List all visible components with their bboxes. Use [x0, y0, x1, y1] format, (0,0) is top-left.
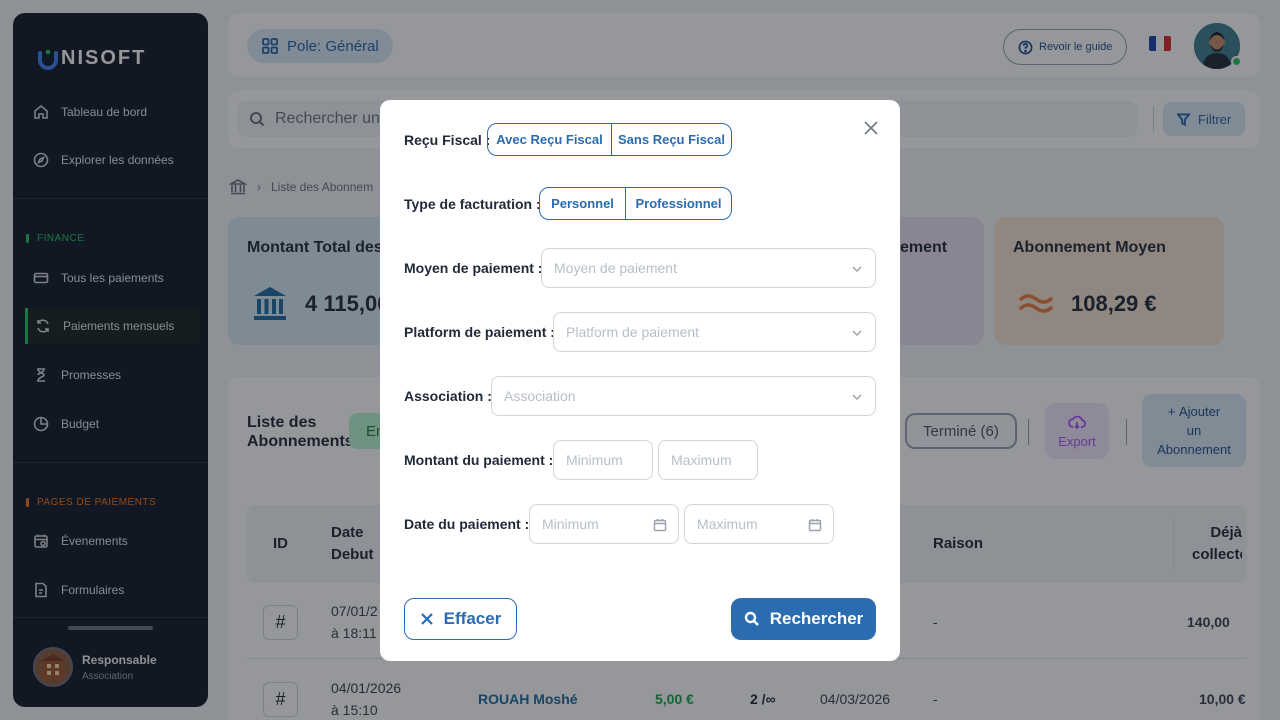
- close-icon: [420, 613, 433, 625]
- close-button[interactable]: [863, 120, 879, 136]
- calendar-icon: [808, 519, 822, 532]
- payment-method-select[interactable]: Moyen de paiement: [541, 248, 876, 288]
- amount-max-placeholder: Maximum: [671, 452, 732, 468]
- clear-button[interactable]: Effacer: [404, 598, 517, 640]
- payment-method-label: Moyen de paiement :: [404, 260, 543, 276]
- chevron-down-icon: [852, 330, 862, 337]
- filter-modal: Reçu Fiscal : Avec Reçu Fiscal Sans Reçu…: [380, 100, 900, 661]
- payment-method-placeholder: Moyen de paiement: [554, 260, 677, 276]
- recu-fiscal-label: Reçu Fiscal :: [404, 132, 491, 148]
- payment-platform-select[interactable]: Platform de paiement: [553, 312, 876, 352]
- date-max-placeholder: Maximum: [697, 516, 758, 532]
- date-min-input[interactable]: Minimum: [529, 504, 679, 544]
- payment-platform-placeholder: Platform de paiement: [566, 324, 700, 340]
- option-professional[interactable]: Professionnel: [625, 188, 731, 219]
- payment-platform-label: Platform de paiement :: [404, 324, 555, 340]
- calendar-icon: [653, 519, 667, 532]
- association-select[interactable]: Association: [491, 376, 876, 416]
- amount-max-input[interactable]: Maximum: [658, 440, 758, 480]
- date-min-placeholder: Minimum: [542, 516, 599, 532]
- search-button[interactable]: Rechercher: [731, 598, 876, 640]
- option-without-receipt[interactable]: Sans Reçu Fiscal: [611, 124, 731, 155]
- amount-min-input[interactable]: Minimum: [553, 440, 653, 480]
- association-label: Association :: [404, 388, 492, 404]
- search-icon: [744, 611, 759, 626]
- date-max-input[interactable]: Maximum: [684, 504, 834, 544]
- amount-label: Montant du paiement :: [404, 452, 554, 468]
- association-placeholder: Association: [504, 388, 576, 404]
- close-icon: [864, 121, 878, 135]
- search-label: Rechercher: [769, 609, 864, 628]
- option-personal[interactable]: Personnel: [540, 188, 625, 219]
- chevron-down-icon: [852, 266, 862, 273]
- billing-type-label: Type de facturation :: [404, 196, 541, 212]
- recu-fiscal-toggle: Avec Reçu Fiscal Sans Reçu Fiscal: [487, 123, 732, 156]
- clear-label: Effacer: [443, 609, 502, 628]
- chevron-down-icon: [852, 394, 862, 401]
- option-with-receipt[interactable]: Avec Reçu Fiscal: [488, 124, 611, 155]
- date-label: Date du paiement :: [404, 516, 530, 532]
- billing-type-toggle: Personnel Professionnel: [539, 187, 732, 220]
- amount-min-placeholder: Minimum: [566, 452, 623, 468]
